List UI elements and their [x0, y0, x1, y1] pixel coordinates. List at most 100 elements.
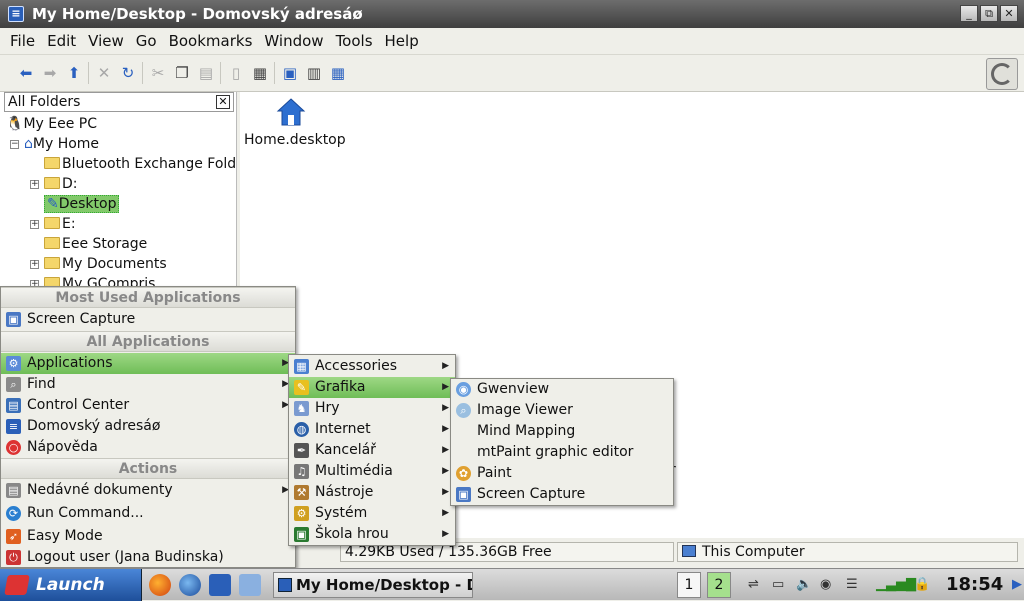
menu-item-control-center[interactable]: ▤ Control Center ▶	[1, 395, 295, 416]
properties-icon[interactable]: ▦	[250, 63, 270, 83]
close-pane-button[interactable]: ✕	[216, 95, 230, 109]
submenu-arrow-icon: ▶	[442, 466, 449, 476]
menu-item-image-viewer[interactable]: ⌕ Image Viewer	[451, 400, 673, 421]
internet-globe-icon[interactable]	[179, 574, 201, 596]
graphics-brush-icon: ✎	[294, 380, 309, 395]
new-document-icon[interactable]: ▯	[226, 63, 246, 83]
tree-item-e[interactable]: + E:	[30, 214, 76, 234]
image-viewer-icon: ⌕	[456, 403, 471, 418]
menu-item-run-command[interactable]: ⟳ Run Command...	[1, 503, 295, 524]
maximize-button[interactable]: ⧉	[980, 5, 998, 22]
up-arrow-icon[interactable]: ⬆	[64, 63, 84, 83]
menu-bookmarks[interactable]: Bookmarks	[163, 32, 259, 50]
collapse-toggle[interactable]: −	[10, 140, 19, 149]
submenu-arrow-icon: ▶	[442, 424, 449, 434]
menu-item-napoveda[interactable]: ○ Nápověda	[1, 437, 295, 458]
menu-item-system[interactable]: ⚙ Systém ▶	[289, 503, 455, 524]
menu-item-mtpaint[interactable]: mtPaint graphic editor	[451, 442, 673, 463]
icon-view-icon[interactable]: ▣	[280, 63, 300, 83]
menu-item-gwenview[interactable]: ◉ Gwenview	[451, 379, 673, 400]
menu-item-nastroje[interactable]: ⚒ Nástroje ▶	[289, 482, 455, 503]
menu-window[interactable]: Window	[258, 32, 329, 50]
menu-item-applications[interactable]: ⚙ Applications ▶	[1, 353, 295, 374]
menu-tools[interactable]: Tools	[330, 32, 379, 50]
volume-icon[interactable]: 🔈	[796, 577, 812, 593]
submenu-arrow-icon: ▶	[442, 487, 449, 497]
menu-item-find[interactable]: ⌕ Find ▶	[1, 374, 295, 395]
paint-palette-icon: ✿	[456, 466, 471, 481]
menu-item-multimedia[interactable]: ♫ Multimédia ▶	[289, 461, 455, 482]
menu-item-grafika[interactable]: ✎ Grafika ▶	[289, 377, 455, 398]
window-titlebar[interactable]: ≡ My Home/Desktop - Domovský adresáø _ ⧉…	[0, 0, 1024, 28]
usb-icon[interactable]: ⇌	[748, 577, 759, 593]
menu-file[interactable]: File	[4, 32, 41, 50]
taskbar-window-button[interactable]: My Home/Desktop - Domovský adresáø	[273, 572, 473, 598]
expand-toggle[interactable]: +	[30, 180, 39, 189]
lock-icon[interactable]: 🔒	[914, 577, 930, 593]
recent-documents-icon: ▤	[6, 483, 21, 498]
back-arrow-icon[interactable]: ⬅	[16, 63, 36, 83]
storage-icon[interactable]: ☰	[846, 577, 858, 593]
menu-item-accessories[interactable]: ▦ Accessories ▶	[289, 356, 455, 377]
menu-go[interactable]: Go	[130, 32, 163, 50]
minimize-button[interactable]: _	[960, 5, 978, 22]
reload-icon[interactable]: ↻	[118, 63, 138, 83]
split-view-icon[interactable]: ▥	[304, 63, 324, 83]
tree-item-bluetooth[interactable]: Bluetooth Exchange Fold	[44, 154, 236, 174]
gwenview-icon: ◉	[456, 382, 471, 397]
tree-item-my-home[interactable]: − ⌂My Home	[10, 134, 99, 154]
launch-logo-icon	[4, 575, 30, 595]
launch-button[interactable]: Launch	[0, 569, 142, 601]
menu-item-hry[interactable]: ♞ Hry ▶	[289, 398, 455, 419]
expand-toggle[interactable]: +	[30, 260, 39, 269]
home-desktop-file-label[interactable]: Home.desktop	[244, 131, 346, 149]
stop-icon[interactable]: ✕	[94, 63, 114, 83]
desktop-2-button[interactable]: 2	[707, 572, 731, 598]
file-manager-icon[interactable]	[209, 574, 231, 596]
menu-item-screen-capture-2[interactable]: ▣ Screen Capture	[451, 484, 673, 505]
menu-item-logout[interactable]: ⏻ Logout user (Jana Budinska)	[1, 547, 295, 568]
menu-item-paint[interactable]: ✿ Paint	[451, 463, 673, 484]
forward-arrow-icon[interactable]: ➡	[40, 63, 60, 83]
wifi-signal-icon[interactable]: ▁▃▅▇	[876, 577, 916, 593]
tree-item-desktop[interactable]: ✎Desktop	[44, 194, 120, 214]
firefox-icon[interactable]	[149, 574, 171, 596]
window-title: My Home/Desktop - Domovský adresáø	[32, 5, 363, 23]
menu-item-skola-hrou[interactable]: ▣ Škola hrou ▶	[289, 524, 455, 545]
menu-item-domovsky[interactable]: ≡ Domovský adresáø	[1, 416, 295, 437]
menu-item-mind-mapping[interactable]: Mind Mapping	[451, 421, 673, 442]
cut-icon[interactable]: ✂	[148, 63, 168, 83]
tree-item-my-eee-pc[interactable]: 🐧My Eee PC	[6, 114, 97, 134]
home-icon: ⌂	[24, 136, 33, 152]
menu-item-screen-capture[interactable]: ▣ Screen Capture	[1, 309, 295, 330]
paste-icon[interactable]: ▤	[196, 63, 216, 83]
battery-icon[interactable]: ▭	[772, 577, 784, 593]
menu-edit[interactable]: Edit	[41, 32, 82, 50]
tree-item-d[interactable]: + D:	[30, 174, 78, 194]
help-lifebuoy-icon: ○	[6, 440, 21, 455]
desktop-1-button[interactable]: 1	[677, 572, 701, 598]
home-desktop-file-icon[interactable]	[276, 97, 306, 127]
menu-help[interactable]: Help	[379, 32, 425, 50]
clock[interactable]: 18:54	[946, 572, 1003, 598]
performance-icon[interactable]: ◉	[820, 577, 831, 593]
show-desktop-icon[interactable]	[239, 574, 261, 596]
system-gears-icon: ⚙	[294, 506, 309, 521]
tree-item-eee-storage[interactable]: Eee Storage	[44, 234, 147, 254]
close-button[interactable]: ✕	[1000, 5, 1018, 22]
menu-item-internet[interactable]: ◍ Internet ▶	[289, 419, 455, 440]
tree-item-my-documents[interactable]: + My Documents	[30, 254, 167, 274]
menu-item-kancelar[interactable]: ✒ Kancelář ▶	[289, 440, 455, 461]
menu-item-recent-documents[interactable]: ▤ Nedávné dokumenty ▶	[1, 480, 295, 501]
menu-view[interactable]: View	[82, 32, 130, 50]
grafika-submenu: ◉ Gwenview ⌕ Image Viewer Mind Mapping m…	[450, 378, 674, 506]
menu-item-easy-mode[interactable]: ➶ Easy Mode	[1, 526, 295, 547]
expand-toggle[interactable]: +	[30, 220, 39, 229]
tree-item-my-gcompris[interactable]: + My GCompris	[30, 274, 155, 286]
screen-capture-icon: ▣	[456, 487, 471, 502]
copy-icon[interactable]: ❐	[172, 63, 192, 83]
status-location: This Computer	[677, 542, 1018, 562]
tray-expand-arrow-icon[interactable]: ▶	[1012, 577, 1022, 593]
detail-view-icon[interactable]: ▦	[328, 63, 348, 83]
run-command-icon: ⟳	[6, 506, 21, 521]
